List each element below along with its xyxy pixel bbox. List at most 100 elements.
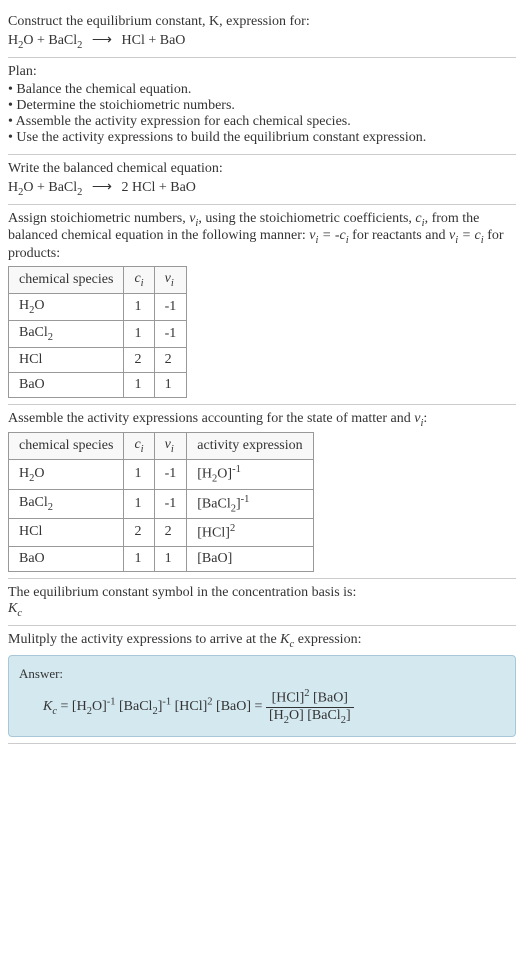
col-c: ci <box>124 433 154 460</box>
fraction: [HCl]2 [BaO][H2O] [BaCl2] <box>266 688 354 725</box>
table-row: HCl 2 2 <box>9 347 187 372</box>
col-activity: activity expression <box>187 433 313 460</box>
species-cell: HCl <box>9 347 124 372</box>
intro-text: for reactants and <box>349 228 449 243</box>
col-species: chemical species <box>9 433 124 460</box>
species-cell: H2O <box>9 293 124 320</box>
header-section: Construct the equilibrium constant, K, e… <box>8 8 516 58</box>
activity-section: Assemble the activity expressions accoun… <box>8 405 516 579</box>
multiply-text-part: Mulitply the activity expressions to arr… <box>8 632 280 647</box>
col-nu: νi <box>154 267 187 294</box>
answer-equation: Kc = [H2O]-1 [BaCl2]-1 [HCl]2 [BaO] = [H… <box>19 688 505 725</box>
col-nu: νi <box>154 433 187 460</box>
balanced-equation: H2O + BaCl2 ⟶ 2 HCl + BaO <box>8 179 516 198</box>
species-cell: BaCl2 <box>9 320 124 347</box>
equals: = <box>57 699 72 714</box>
species-cell: BaCl2 <box>9 489 124 518</box>
kc-var: Kc <box>43 699 57 714</box>
equals2: = <box>251 699 266 714</box>
intro-text: : <box>423 411 427 426</box>
kc-inline: Kc <box>280 632 294 647</box>
activity-cell: [BaO] <box>187 546 313 571</box>
plan-section: Plan: Balance the chemical equation. Det… <box>8 58 516 155</box>
activity-intro: Assemble the activity expressions accoun… <box>8 411 516 429</box>
nu-symbol: νi <box>189 211 198 226</box>
nu-cell: -1 <box>154 489 187 518</box>
stoich-section: Assign stoichiometric numbers, νi, using… <box>8 205 516 405</box>
term-hcl: [HCl]2 <box>171 699 212 714</box>
eq-reactants: νi = -ci <box>309 228 348 243</box>
nu-cell: -1 <box>154 320 187 347</box>
stoich-table: chemical species ci νi H2O 1 -1 BaCl2 1 … <box>8 266 187 397</box>
reaction-arrow: ⟶ <box>92 32 112 49</box>
species-cell: H2O <box>9 460 124 489</box>
eq-products: νi = ci <box>449 228 484 243</box>
plan-item: Determine the stoichiometric numbers. <box>8 98 516 114</box>
numerator: [HCl]2 [BaO] <box>266 688 354 708</box>
multiply-text: Mulitply the activity expressions to arr… <box>8 632 516 650</box>
intro-text: Assign stoichiometric numbers, <box>8 211 189 226</box>
intro-text: Assemble the activity expressions accoun… <box>8 411 414 426</box>
term-bao: [BaO] <box>213 699 252 714</box>
multiply-section: Mulitply the activity expressions to arr… <box>8 626 516 744</box>
kc-symbol: Kc <box>8 601 516 619</box>
reaction-arrow: ⟶ <box>92 179 112 196</box>
plan-title: Plan: <box>8 64 516 80</box>
c-cell: 1 <box>124 489 154 518</box>
plan-item: Assemble the activity expression for eac… <box>8 114 516 130</box>
plan-list: Balance the chemical equation. Determine… <box>8 82 516 146</box>
term-bacl2: [BaCl2]-1 <box>115 699 171 714</box>
answer-label: Answer: <box>19 666 505 682</box>
c-cell: 2 <box>124 347 154 372</box>
col-c: ci <box>124 267 154 294</box>
table-row: H2O 1 -1 [H2O]-1 <box>9 460 314 489</box>
c-cell: 1 <box>124 372 154 397</box>
activity-cell: [BaCl2]-1 <box>187 489 313 518</box>
c-cell: 1 <box>124 546 154 571</box>
table-row: HCl 2 2 [HCl]2 <box>9 519 314 547</box>
nu-cell: 2 <box>154 347 187 372</box>
c-cell: 1 <box>124 320 154 347</box>
c-cell: 2 <box>124 519 154 547</box>
table-header-row: chemical species ci νi <box>9 267 187 294</box>
balanced-left: H2O + BaCl2 <box>8 180 82 195</box>
intro-text: , using the stoichiometric coefficients, <box>198 211 415 226</box>
nu-cell: 1 <box>154 372 187 397</box>
term-h2o: [H2O]-1 <box>72 699 116 714</box>
c-cell: 1 <box>124 293 154 320</box>
symbol-section: The equilibrium constant symbol in the c… <box>8 579 516 626</box>
stoich-intro: Assign stoichiometric numbers, νi, using… <box>8 211 516 263</box>
plan-item: Balance the chemical equation. <box>8 82 516 98</box>
c-symbol: ci <box>415 211 424 226</box>
balanced-right: 2 HCl + BaO <box>122 180 196 195</box>
table-header-row: chemical species ci νi activity expressi… <box>9 433 314 460</box>
table-row: BaO 1 1 <box>9 372 187 397</box>
species-cell: BaO <box>9 546 124 571</box>
table-row: H2O 1 -1 <box>9 293 187 320</box>
symbol-text: The equilibrium constant symbol in the c… <box>8 585 516 601</box>
multiply-text-part: expression: <box>294 632 361 647</box>
activity-table: chemical species ci νi activity expressi… <box>8 432 314 571</box>
plan-item: Use the activity expressions to build th… <box>8 130 516 146</box>
table-row: BaO 1 1 [BaO] <box>9 546 314 571</box>
c-cell: 1 <box>124 460 154 489</box>
balanced-section: Write the balanced chemical equation: H2… <box>8 155 516 205</box>
table-row: BaCl2 1 -1 [BaCl2]-1 <box>9 489 314 518</box>
unbalanced-equation: H2O + BaCl2 ⟶ HCl + BaO <box>8 32 516 51</box>
balanced-title: Write the balanced chemical equation: <box>8 161 516 177</box>
col-species: chemical species <box>9 267 124 294</box>
table-row: BaCl2 1 -1 <box>9 320 187 347</box>
equation-right: HCl + BaO <box>122 33 186 48</box>
answer-box: Answer: Kc = [H2O]-1 [BaCl2]-1 [HCl]2 [B… <box>8 655 516 736</box>
nu-cell: -1 <box>154 460 187 489</box>
equation-left: H2O + BaCl2 <box>8 33 82 48</box>
activity-cell: [HCl]2 <box>187 519 313 547</box>
species-cell: BaO <box>9 372 124 397</box>
activity-cell: [H2O]-1 <box>187 460 313 489</box>
denominator: [H2O] [BaCl2] <box>266 708 354 726</box>
species-cell: HCl <box>9 519 124 547</box>
nu-cell: -1 <box>154 293 187 320</box>
nu-cell: 2 <box>154 519 187 547</box>
prompt-text: Construct the equilibrium constant, K, e… <box>8 14 516 30</box>
nu-cell: 1 <box>154 546 187 571</box>
